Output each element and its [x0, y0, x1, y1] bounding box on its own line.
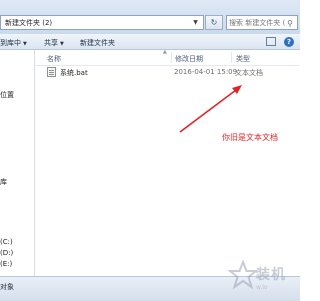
column-header-row: ▲ 名称 修改日期 类型	[35, 49, 300, 66]
new-folder-label: 新建文件夹	[80, 39, 115, 47]
watermark-text: 装机	[256, 267, 286, 283]
nav-item-drive-d[interactable]: (D:)	[0, 249, 13, 257]
chevron-down-icon: ▼	[23, 41, 27, 47]
watermark-logo: 装机 w.lo	[228, 260, 300, 300]
column-header-name[interactable]: 名称	[47, 54, 61, 64]
share-label: 共享	[44, 39, 58, 47]
star-icon	[228, 260, 258, 290]
nav-item-drive-e[interactable]: (E:)	[0, 260, 12, 268]
watermark-url: w.lo	[256, 284, 268, 291]
include-in-library-label: 到库中	[0, 39, 21, 47]
sort-ascending-icon: ▲	[163, 49, 167, 55]
navigation-pane: 位置 库 (C:) (D:) (E:)	[0, 50, 35, 276]
file-date-modified: 2016-04-01 15:09	[174, 68, 238, 76]
chevron-down-icon[interactable]: ▼	[190, 15, 201, 30]
new-folder-button[interactable]: 新建文件夹	[80, 38, 115, 48]
address-path[interactable]: 新建文件夹 (2)	[5, 18, 52, 28]
address-bar[interactable]: 新建文件夹 (2)	[0, 15, 204, 30]
help-icon[interactable]: ?	[284, 37, 294, 47]
nav-item-drive-c[interactable]: (C:)	[0, 238, 13, 246]
refresh-button[interactable]: ↻	[205, 15, 223, 30]
search-icon[interactable]: ⚲	[285, 18, 295, 28]
search-input[interactable]	[229, 17, 285, 28]
share-button[interactable]: 共享 ▼	[44, 38, 64, 48]
column-divider[interactable]	[171, 52, 172, 63]
annotation-text: 你旧是文本文档	[222, 133, 278, 142]
explorer-window: 新建文件夹 (2) ▼ ↻ ⚲ 到库中▼ 共享▼ 新建文件夹 ? 位置 库 (C…	[0, 0, 300, 301]
nav-item-location[interactable]: 位置	[0, 90, 14, 100]
column-header-date[interactable]: 修改日期	[175, 54, 203, 64]
chevron-down-icon: ▼	[60, 41, 64, 47]
search-box[interactable]: ⚲	[226, 15, 298, 30]
column-divider[interactable]	[231, 52, 232, 63]
address-bar-row: 新建文件夹 (2) ▼ ↻ ⚲	[0, 0, 300, 34]
status-text: 对象	[0, 283, 14, 291]
file-name[interactable]: 系统.bat	[60, 68, 88, 78]
file-type: 文本文档	[235, 69, 263, 77]
refresh-icon: ↻	[210, 18, 218, 27]
view-options-icon[interactable]	[266, 37, 276, 46]
nav-item-library[interactable]: 库	[0, 177, 7, 187]
command-toolbar: 到库中 ▼ 共享 ▼ 新建文件夹 ?	[0, 34, 300, 50]
text-file-icon	[47, 67, 56, 77]
file-row[interactable]: 系统.bat 2016-04-01 15:09 文本文档	[35, 67, 300, 78]
column-header-type[interactable]: 类型	[236, 54, 250, 64]
include-in-library-button[interactable]: 到库中 ▼	[0, 38, 27, 48]
